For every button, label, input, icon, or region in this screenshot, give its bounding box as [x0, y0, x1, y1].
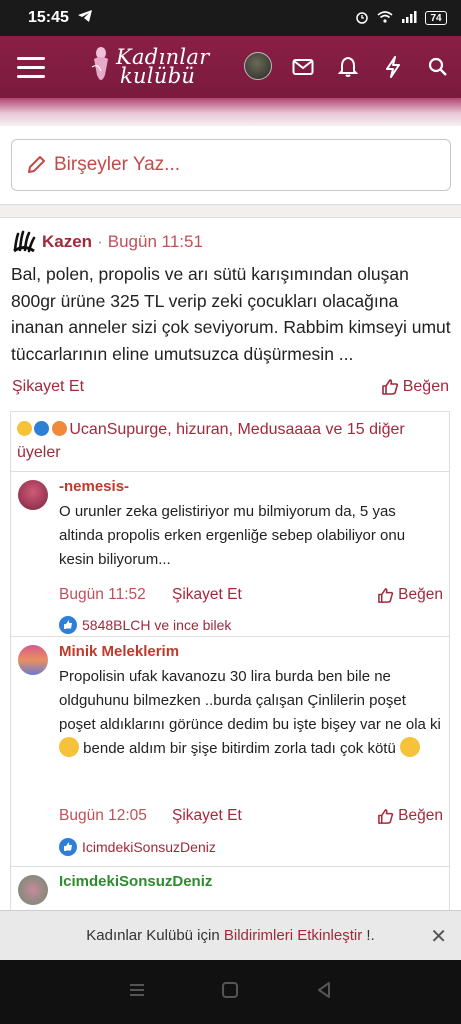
comment-actions: Bugün 11:52 Şikayet Et Beğen — [59, 586, 443, 604]
comment-likes[interactable]: IcimdekiSonsuzDeniz — [59, 838, 216, 856]
like-reaction-icon — [34, 421, 50, 436]
like-badge-icon — [59, 838, 77, 856]
like-button[interactable]: Beğen — [381, 378, 449, 396]
commenter-avatar[interactable] — [18, 645, 48, 675]
notification-banner: Kadınlar Kulübü için Bildirimleri Etkinl… — [0, 910, 461, 960]
recent-apps-icon[interactable] — [128, 982, 146, 1003]
zany-emoji-icon — [400, 737, 420, 757]
comment-like-label: Beğen — [398, 807, 443, 824]
logo-text-line2: kulübü — [120, 64, 196, 88]
battery-indicator: 74 — [425, 11, 447, 25]
post-author[interactable]: Kazen — [42, 232, 92, 252]
comment-report-button[interactable]: Şikayet Et — [172, 586, 242, 604]
commenter-avatar[interactable] — [18, 875, 48, 905]
signal-icon — [401, 10, 417, 26]
like-label: Beğen — [402, 378, 449, 395]
enable-notifications-link[interactable]: Bildirimleri Etkinleştir — [224, 927, 362, 944]
comment-time[interactable]: Bugün 12:05 — [59, 807, 172, 825]
comment-report-button[interactable]: Şikayet Et — [172, 807, 242, 825]
comment-likes-text: IcimdekiSonsuzDeniz — [82, 839, 216, 855]
telegram-icon — [77, 9, 93, 28]
notification-prefix: Kadınlar Kulübü için — [86, 927, 220, 944]
menu-button[interactable] — [0, 36, 62, 98]
separator-dot: · — [97, 232, 103, 251]
system-nav-bar — [0, 960, 461, 1024]
post-actions: Şikayet Et Beğen — [12, 378, 449, 396]
like-badge-icon — [59, 616, 77, 634]
divider — [0, 204, 461, 218]
post-time[interactable]: Bugün 11:51 — [108, 232, 203, 252]
author-badge-icon — [13, 230, 36, 253]
post-card: Kazen · Bugün 11:51 Bal, polen, propolis… — [0, 218, 461, 910]
comment-author[interactable]: -nemesis- — [59, 478, 129, 495]
comment-like-label: Beğen — [398, 586, 443, 603]
comment-item: -nemesis- O urunler zeka gelistiriyor mu… — [11, 472, 449, 637]
user-avatar[interactable] — [244, 52, 272, 80]
comment-time[interactable]: Bugün 11:52 — [59, 586, 172, 604]
thumbs-up-icon — [381, 379, 398, 395]
status-time: 15:45 — [28, 9, 69, 26]
compose-input[interactable]: Birşeyler Yaz... — [11, 139, 451, 191]
laugh-emoji-icon — [17, 421, 32, 436]
compose-placeholder: Birşeyler Yaz... — [54, 154, 181, 175]
notification-text: Kadınlar Kulübü için Bildirimleri Etkinl… — [86, 927, 374, 944]
post-body: Bal, polen, propolis ve arı sütü karışım… — [11, 264, 451, 364]
thumbs-up-icon — [378, 587, 394, 603]
comment-text: O urunler zeka gelistiriyor mu bilmiyoru… — [59, 503, 406, 568]
comment-text: Propolisin ufak kavanozu 30 lira burda b… — [59, 665, 443, 761]
comment-like-button[interactable]: Beğen — [377, 807, 443, 825]
status-bar: 15:45 74 — [0, 0, 461, 36]
comment-likes-text: 5848BLCH ve ince bilek — [82, 617, 232, 633]
comment-author[interactable]: Minik Meleklerim — [59, 643, 179, 660]
home-icon[interactable] — [221, 981, 239, 1004]
pencil-icon — [28, 156, 45, 173]
comment-text-part1: Propolisin ufak kavanozu 30 lira burda b… — [59, 668, 441, 733]
search-icon[interactable] — [423, 52, 453, 82]
commenter-avatar[interactable] — [18, 480, 48, 510]
back-icon[interactable] — [315, 981, 333, 1004]
thumbs-up-icon — [378, 808, 394, 824]
reactions-summary[interactable]: UcanSupurge, hizuran, Medusaaaa ve 15 di… — [10, 411, 450, 471]
report-button[interactable]: Şikayet Et — [12, 378, 84, 396]
comment-actions: Bugün 12:05 Şikayet Et Beğen — [59, 807, 443, 825]
comment-item: IcimdekiSonsuzDeniz — [11, 867, 449, 910]
notification-suffix: !. — [366, 927, 375, 944]
site-logo[interactable]: Kadınlar kulübü — [90, 36, 210, 98]
comments-list: -nemesis- O urunler zeka gelistiriyor mu… — [10, 471, 450, 910]
reactions-text: UcanSupurge, hizuran, Medusaaaa ve 15 di… — [17, 421, 405, 461]
thinking-emoji-icon — [59, 737, 79, 757]
messages-icon[interactable] — [288, 52, 318, 82]
comment-like-button[interactable]: Beğen — [377, 586, 443, 604]
comment-author[interactable]: IcimdekiSonsuzDeniz — [59, 873, 212, 890]
lightning-icon[interactable] — [378, 52, 408, 82]
close-icon[interactable]: ✕ — [430, 924, 447, 949]
post-header: Kazen · Bugün 11:51 — [12, 230, 203, 254]
comment-item: Minik Meleklerim Propolisin ufak kavanoz… — [11, 637, 449, 867]
header-banner — [0, 98, 461, 126]
love-emoji-icon — [51, 421, 67, 436]
bell-icon[interactable] — [333, 52, 363, 82]
wifi-icon — [377, 10, 393, 26]
logo-emblem-icon — [91, 47, 108, 80]
comment-text-part2: bende aldım bir şişe bitirdim zorla tadı… — [83, 740, 396, 757]
comment-likes[interactable]: 5848BLCH ve ince bilek — [59, 616, 231, 634]
app-header: Kadınlar kulübü — [0, 36, 461, 98]
alarm-icon — [355, 10, 369, 27]
